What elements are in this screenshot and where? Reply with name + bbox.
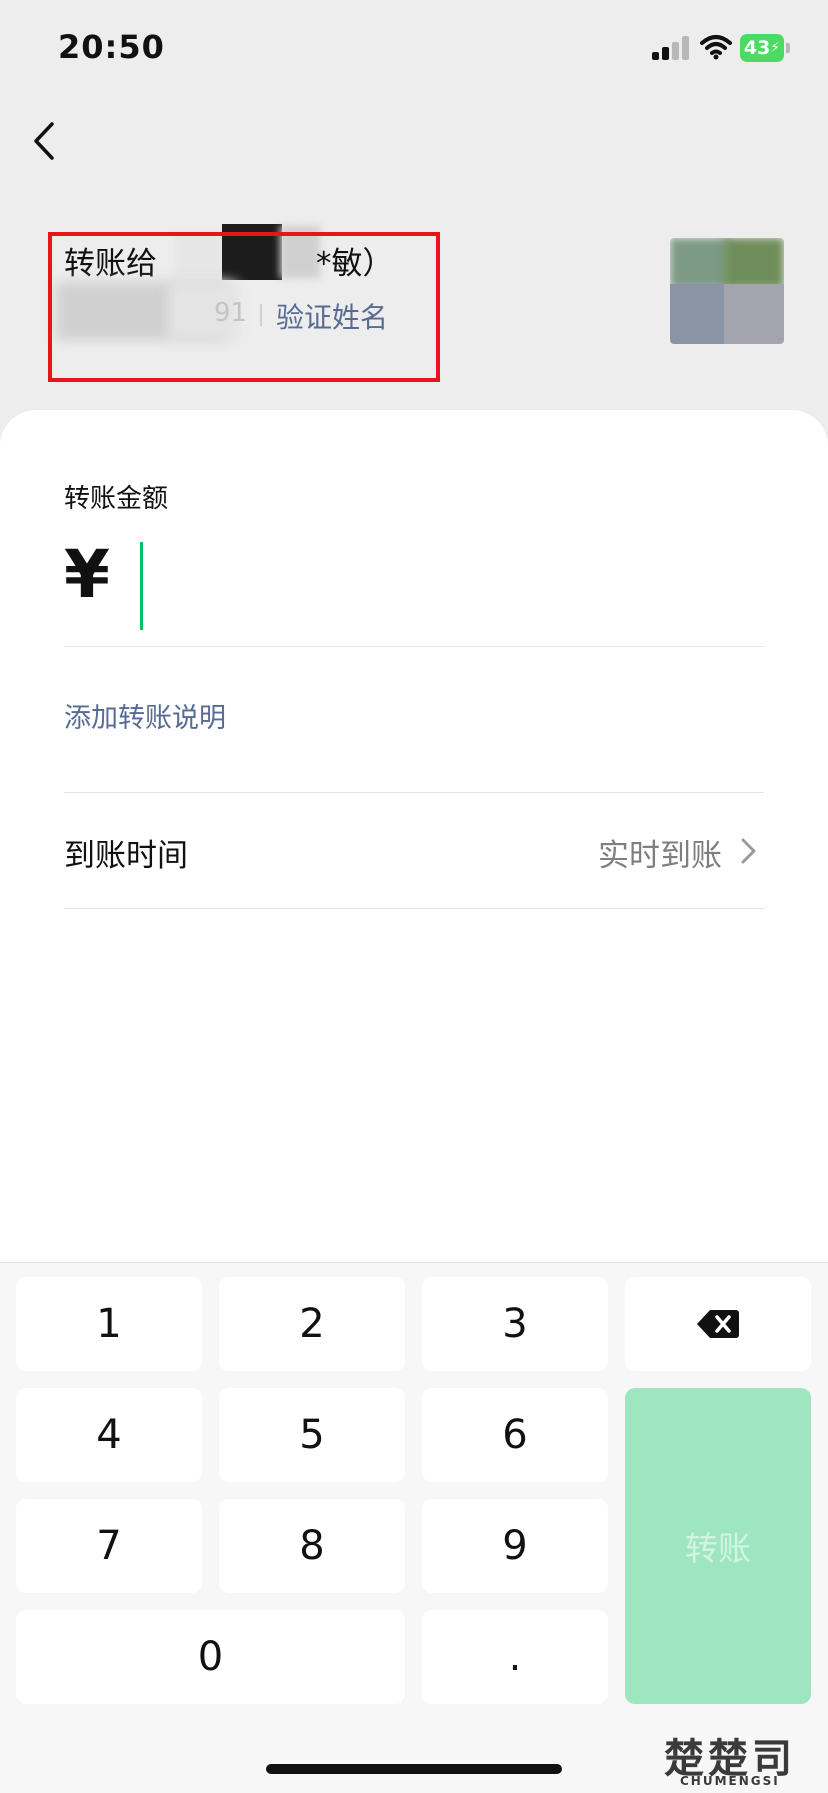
amount-label: 转账金额 (64, 484, 169, 514)
divider (64, 646, 764, 647)
arrival-time-label: 到账时间 (64, 838, 188, 874)
key-2[interactable]: 2 (219, 1277, 405, 1371)
chevron-right-icon (741, 838, 756, 864)
key-9[interactable]: 9 (422, 1499, 608, 1593)
transfer-button[interactable]: 转账 (625, 1388, 811, 1704)
input-caret (140, 542, 143, 630)
key-4[interactable]: 4 (16, 1388, 202, 1482)
currency-symbol: ¥ (64, 536, 110, 613)
arrival-time-value: 实时到账 (598, 838, 722, 874)
transfer-form-card: 转账金额 ¥ 添加转账说明 到账时间 实时到账 (0, 410, 828, 1262)
watermark-sub-text: CHUMENGSI (680, 1774, 780, 1788)
payee-avatar (670, 238, 784, 344)
key-8[interactable]: 8 (219, 1499, 405, 1593)
numeric-keypad: 1 2 3 4 5 6 7 8 9 0 . 转账 (0, 1262, 828, 1793)
backspace-key[interactable] (625, 1277, 811, 1371)
home-indicator[interactable] (266, 1764, 562, 1774)
status-time: 20:50 (58, 28, 165, 66)
key-3[interactable]: 3 (422, 1277, 608, 1371)
wifi-icon (700, 35, 732, 60)
add-transfer-note-link[interactable]: 添加转账说明 (64, 696, 226, 735)
divider (64, 792, 764, 793)
key-7[interactable]: 7 (16, 1499, 202, 1593)
key-5[interactable]: 5 (219, 1388, 405, 1482)
back-button[interactable] (26, 116, 66, 166)
amount-input[interactable] (150, 534, 754, 636)
battery-icon: 43 ⚡ (740, 34, 790, 62)
key-decimal[interactable]: . (422, 1610, 608, 1704)
key-0[interactable]: 0 (16, 1610, 405, 1704)
highlight-annotation-box (48, 232, 440, 382)
status-bar: 20:50 43 ⚡ (0, 0, 828, 100)
key-6[interactable]: 6 (422, 1388, 608, 1482)
payee-header: 转账给 *敏） 91 验证姓名 (0, 210, 828, 390)
backspace-icon (697, 1310, 739, 1338)
key-1[interactable]: 1 (16, 1277, 202, 1371)
cellular-signal-icon (652, 36, 690, 60)
watermark-logo: 楚楚司 CHUMENGSI (650, 1720, 826, 1792)
arrival-time-row[interactable]: 到账时间 实时到账 (64, 816, 764, 886)
divider (64, 908, 764, 909)
battery-level: 43 (743, 37, 771, 59)
